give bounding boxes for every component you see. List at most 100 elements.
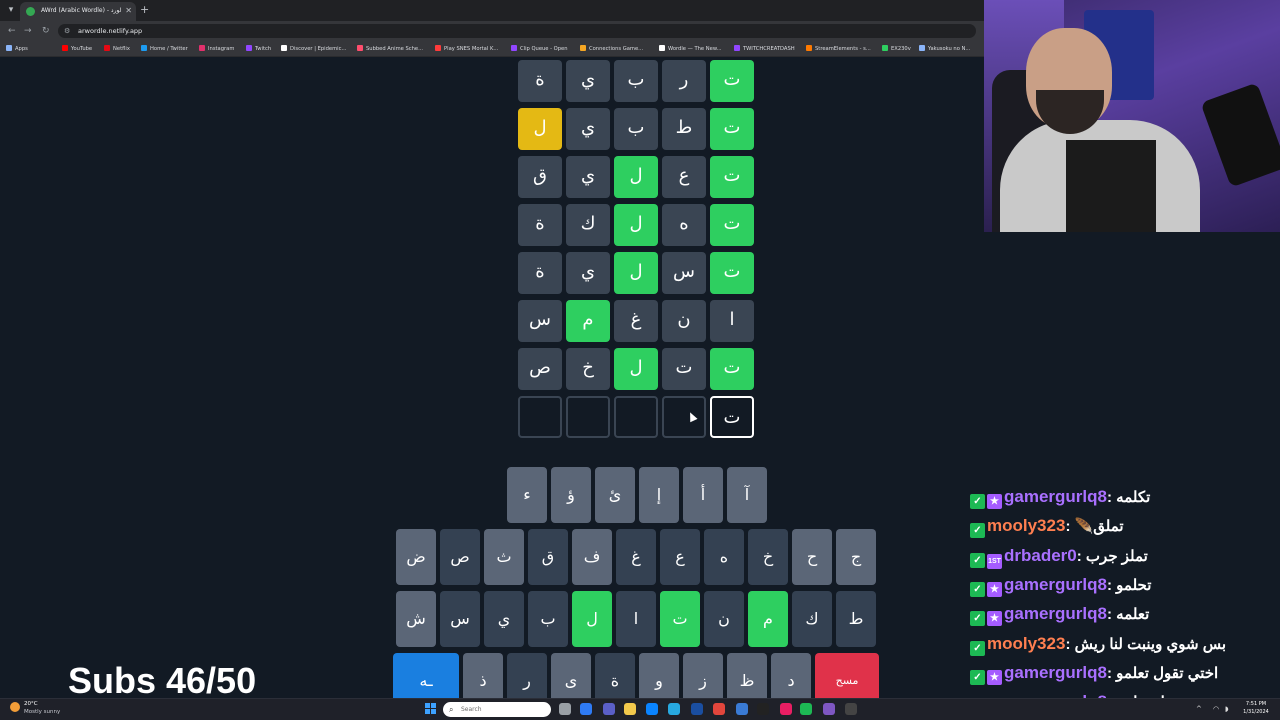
keyboard-key[interactable]: ا [616,591,656,647]
new-tab-icon[interactable]: + [140,3,149,17]
bookmark-item[interactable]: Netflix [104,44,130,54]
bookmark-favicon-icon [281,45,287,51]
tab-search-icon[interactable]: ▾ [4,3,18,17]
bookmark-label: Play SNES Mortal K... [444,46,499,52]
verified-badge-icon: ✓ [970,641,985,656]
bookmark-item[interactable]: YouTube [62,44,92,54]
keyboard-key[interactable]: ع [660,529,700,585]
keyboard-key[interactable]: خ [748,529,788,585]
keyboard-key[interactable]: ث [484,529,524,585]
taskbar-app-icon[interactable] [845,703,857,715]
keyboard-key[interactable]: س [440,591,480,647]
taskbar-app-icon[interactable] [559,703,571,715]
taskbar-app-icon[interactable] [624,703,636,715]
search-placeholder: Search [461,706,482,713]
bookmark-item[interactable]: Connections Game... [580,44,643,54]
close-tab-icon[interactable]: ✕ [125,5,132,17]
keyboard-key[interactable]: ئ [595,467,635,523]
bookmark-item[interactable]: Home / Twitter [141,44,188,54]
bookmark-item[interactable]: StreamElements - s... [806,44,871,54]
chat-text: تملق🪶 [1074,518,1124,535]
bookmark-label: YouTube [71,46,93,52]
keyboard-key[interactable]: أ [683,467,723,523]
keyboard-key[interactable]: ف [572,529,612,585]
board-tile: ع [662,156,706,198]
bookmark-item[interactable]: Apps [6,44,28,54]
keyboard-key[interactable]: إ [639,467,679,523]
taskbar-app-icon[interactable] [646,703,658,715]
taskbar-app-icon[interactable] [757,703,769,715]
keyboard-key[interactable]: آ [727,467,767,523]
keyboard-key[interactable]: م [748,591,788,647]
keyboard-key[interactable]: ض [396,529,436,585]
verified-badge-icon: ✓ [970,494,985,509]
windows-start-icon[interactable] [425,703,436,714]
bookmark-item[interactable]: Clip Queue - Open [511,44,568,54]
chat-username: drbader0 [1004,546,1077,565]
star-badge-icon: ★ [987,670,1002,685]
address-bar[interactable]: ⚙ arwordle.netlify.app [58,24,976,38]
keyboard-key[interactable]: ق [528,529,568,585]
taskbar-app-icon[interactable] [823,703,835,715]
bookmark-item[interactable]: EX230v [882,44,911,54]
board-tile [518,396,562,438]
chat-message: ✓ 1ST drbader0: تملز جرب [970,543,1270,569]
keyboard-key[interactable]: ح [792,529,832,585]
taskbar-app-icon[interactable] [800,703,812,715]
taskbar-app-icon[interactable] [668,703,680,715]
bookmark-item[interactable]: TWITCHCREATDASH [734,44,795,54]
bookmark-item[interactable]: Yakusoku no N... [919,44,970,54]
browser-tab[interactable]: AWrd (Arabic Wordle) - الورد ✕ [20,2,136,21]
board-tile: ل [614,156,658,198]
taskbar-clock[interactable]: 7:51 PM 1/31/2024 [1236,700,1276,716]
taskbar-search[interactable]: ⌕ Search [443,702,551,717]
keyboard-key[interactable]: ؤ [551,467,591,523]
bookmark-favicon-icon [435,45,441,51]
volume-icon[interactable]: ◗ [1225,703,1229,715]
taskbar-app-icon[interactable] [603,703,615,715]
taskbar-app-icon[interactable] [713,703,725,715]
keyboard-key[interactable]: ن [704,591,744,647]
bookmark-item[interactable]: Subbed Anime Sche... [357,44,423,54]
taskbar-app-icon[interactable] [580,703,592,715]
board-tile: ل [614,204,658,246]
bookmark-item[interactable]: Play SNES Mortal K... [435,44,498,54]
bookmark-item[interactable]: Twitch [246,44,271,54]
chevron-up-icon[interactable]: ^ [1196,703,1202,715]
bookmark-favicon-icon [806,45,812,51]
forward-arrow-icon[interactable]: → [24,25,32,37]
favicon-icon [26,7,35,16]
keyboard-key[interactable]: ص [440,529,480,585]
taskbar-app-icon[interactable] [736,703,748,715]
keyboard-key[interactable]: ج [836,529,876,585]
bookmark-item[interactable]: Wordle — The New... [659,44,722,54]
keyboard-key[interactable]: ب [528,591,568,647]
chat-text: تعلمه [1116,606,1150,623]
keyboard-key[interactable]: ء [507,467,547,523]
site-info-icon[interactable]: ⚙ [64,26,70,36]
taskbar-app-icon[interactable] [691,703,703,715]
back-arrow-icon[interactable]: ← [8,25,16,37]
taskbar-app-icon[interactable] [780,703,792,715]
keyboard-key[interactable]: ل [572,591,612,647]
keyboard-key[interactable]: ي [484,591,524,647]
board-tile: ب [614,60,658,102]
bookmark-item[interactable]: Instagram [199,44,234,54]
clock-date: 1/31/2024 [1243,709,1269,715]
keyboard-key[interactable]: ش [396,591,436,647]
keyboard-key[interactable]: ط [836,591,876,647]
weather-sun-icon[interactable] [10,702,20,712]
bookmark-item[interactable]: Discover | Epidemic... [281,44,346,54]
chat-text: تحلمو [1116,577,1152,594]
keyboard-key[interactable]: ك [792,591,832,647]
reload-icon[interactable]: ↻ [42,25,50,37]
board-tile [566,396,610,438]
bookmark-label: Discover | Epidemic... [290,46,347,52]
bookmark-favicon-icon [6,45,12,51]
keyboard-key[interactable]: ت [660,591,700,647]
wifi-icon[interactable]: ◠ [1213,703,1219,715]
browser-tab-strip: ▾ AWrd (Arabic Wordle) - الورد ✕ + [0,0,984,21]
bookmark-favicon-icon [882,45,888,51]
keyboard-key[interactable]: غ [616,529,656,585]
keyboard-key[interactable]: ه [704,529,744,585]
